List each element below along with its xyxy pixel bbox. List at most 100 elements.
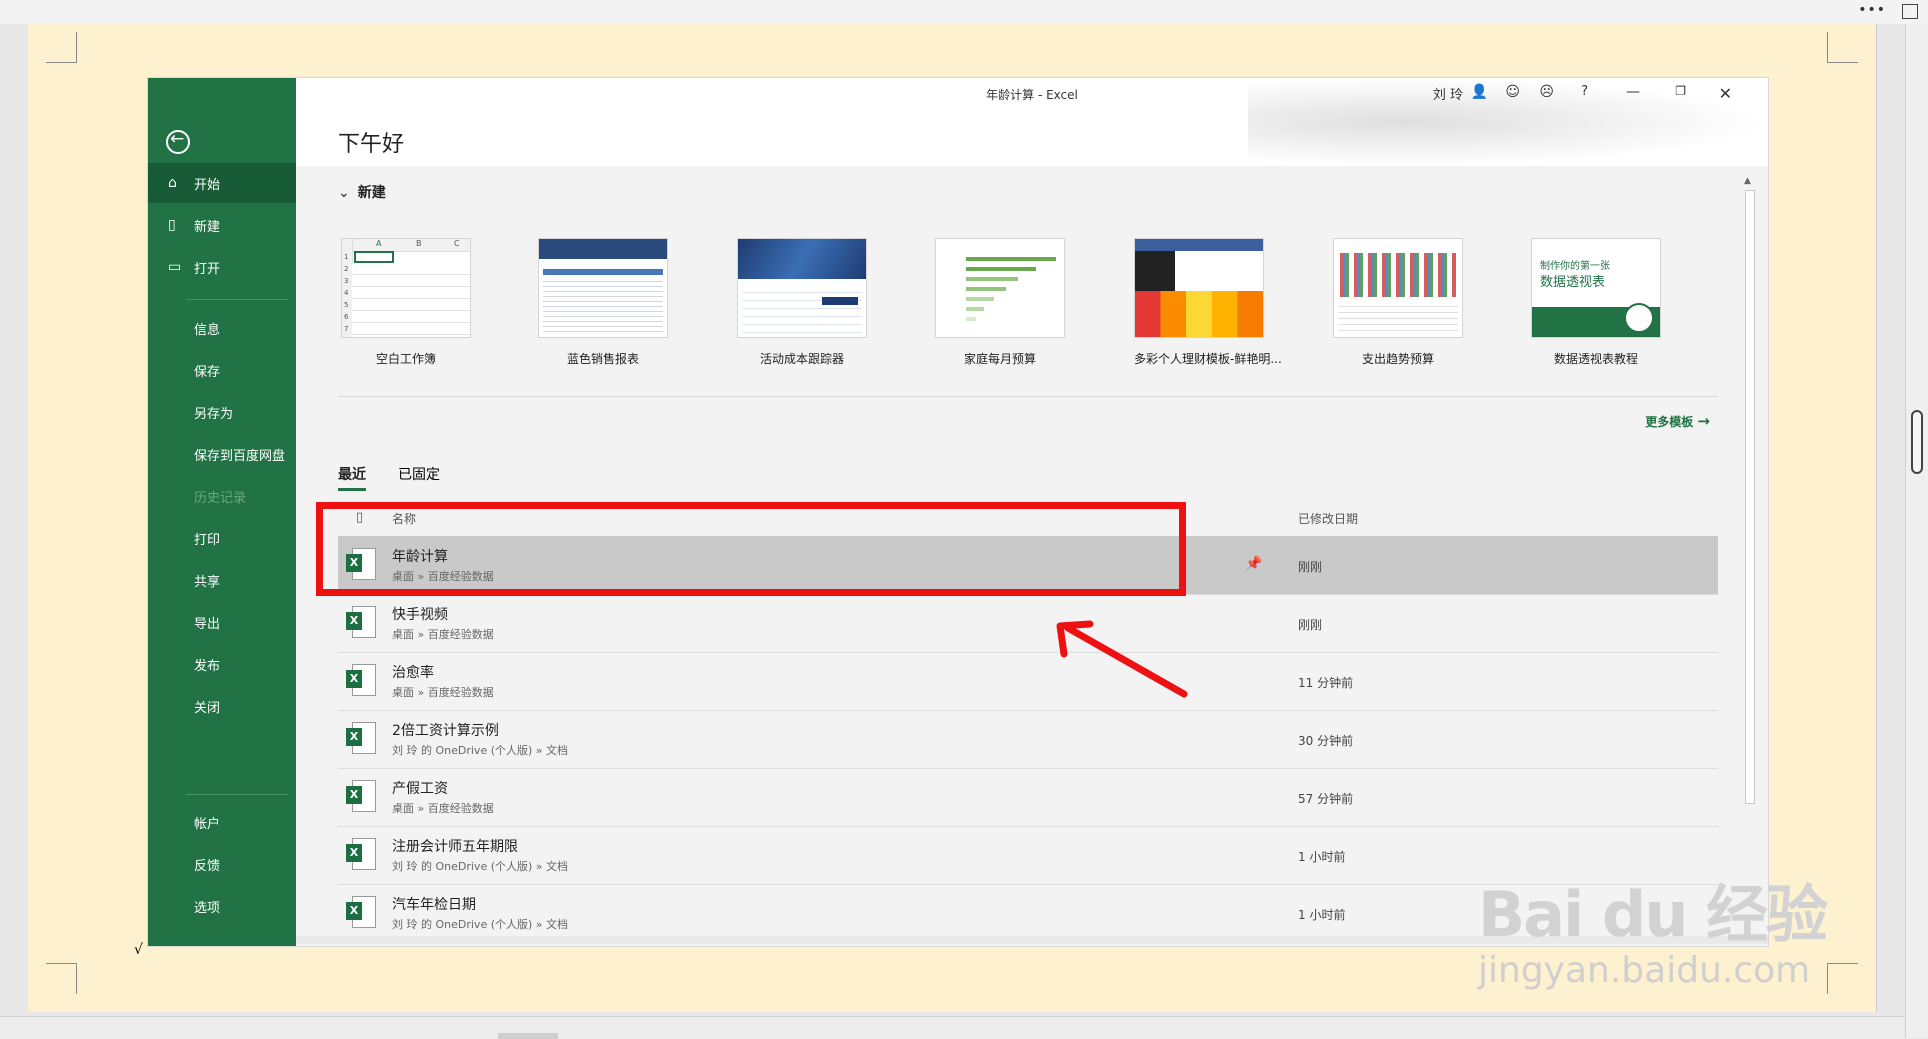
sidebar-item-label: 帐户 — [194, 816, 221, 832]
file-date: 刚刚 — [1298, 560, 1323, 574]
annotation-arrow-icon — [1056, 620, 1188, 698]
sidebar-item-share[interactable]: 共享 — [148, 560, 296, 600]
sidebar-item-home[interactable]: ⌂ 开始 — [148, 163, 296, 203]
template-name: 支出趋势预算 — [1361, 352, 1434, 366]
template-name: 活动成本跟踪器 — [759, 352, 844, 366]
sidebar-item-options[interactable]: 选项 — [148, 886, 296, 926]
template-thumb-text: 制作你的第一张 — [1540, 261, 1610, 272]
help-icon[interactable]: ? — [1581, 84, 1588, 99]
chevron-down-icon[interactable]: ⌄ — [338, 185, 350, 201]
sidebar-item-feedback[interactable]: 反馈 — [148, 844, 296, 884]
file-name: 产假工资 — [392, 781, 448, 797]
back-arrow-icon[interactable]: ← — [166, 129, 190, 154]
sidebar-divider — [186, 299, 288, 300]
sidebar-item-print[interactable]: 打印 — [148, 518, 296, 558]
more-templates-link[interactable]: 更多模板 → — [1645, 412, 1710, 430]
tab-recent[interactable]: 最近 — [338, 464, 366, 491]
pin-icon[interactable]: 📌 — [1245, 556, 1262, 572]
template-activity-cost-tracker[interactable]: 活动成本跟踪器 — [737, 238, 867, 367]
crop-mark — [46, 963, 77, 994]
document-vertical-scrollbar[interactable] — [1905, 24, 1928, 1038]
template-name: 空白工作簿 — [375, 352, 436, 366]
backstage-sidebar: ← ⌂ 开始 ▯ 新建 ▭ 打开 信息 保存 另存为 保存到百度网盘 历史记录 — [148, 78, 296, 946]
row-label: 5 — [344, 301, 349, 309]
template-family-monthly-budget[interactable]: 家庭每月预算 — [935, 238, 1065, 367]
template-name: 蓝色销售报表 — [566, 352, 639, 366]
smile-icon[interactable]: ☺ — [1505, 84, 1520, 100]
frown-icon[interactable]: ☹ — [1539, 84, 1554, 100]
document-horizontal-scrollbar[interactable] — [0, 1016, 1904, 1039]
file-row[interactable]: X 快手视频 桌面 » 百度经验数据 刚刚 — [338, 594, 1718, 653]
sidebar-item-label: 另存为 — [194, 406, 234, 422]
sidebar-item-close[interactable]: 关闭 — [148, 686, 296, 726]
file-date: 30 分钟前 — [1298, 734, 1354, 748]
more-templates-label: 更多模板 — [1645, 415, 1694, 429]
scroll-up-icon[interactable]: ▲ — [1744, 176, 1751, 186]
excel-file-icon: X — [346, 664, 376, 696]
home-icon: ⌂ — [168, 175, 177, 191]
highlight-box — [316, 502, 1186, 596]
tab-pinned[interactable]: 已固定 — [398, 464, 440, 484]
sidebar-item-label: 导出 — [194, 616, 221, 632]
template-pivot-table-tutorial[interactable]: 制作你的第一张 数据透视表 数据透视表教程 — [1531, 238, 1661, 367]
file-date: 刚刚 — [1298, 618, 1323, 632]
user-name[interactable]: 刘 玲 — [1433, 84, 1463, 103]
sidebar-item-save[interactable]: 保存 — [148, 350, 296, 390]
new-section-title[interactable]: ⌄ 新建 — [338, 182, 386, 202]
content-scrollbar[interactable]: ▲ — [1742, 176, 1756, 916]
excel-file-icon: X — [346, 722, 376, 754]
sidebar-item-label: 保存 — [194, 364, 221, 380]
sidebar-item-export[interactable]: 导出 — [148, 602, 296, 642]
sidebar-item-label: 反馈 — [194, 858, 221, 874]
template-expense-trend-budget[interactable]: 支出趋势预算 — [1333, 238, 1463, 367]
greeting: 下午好 — [338, 132, 405, 157]
template-thumbnail: A B C 1 2 3 4 5 6 7 — [341, 238, 471, 338]
template-colorful-personal-finance[interactable]: 多彩个人理财模板-鲜艳明... — [1134, 238, 1282, 367]
sidebar-item-open[interactable]: ▭ 打开 — [148, 247, 296, 287]
window-mode-icon[interactable] — [1902, 4, 1918, 19]
scrollbar-thumb[interactable] — [1911, 410, 1923, 474]
sidebar-item-save-baidu[interactable]: 保存到百度网盘 — [148, 434, 296, 474]
column-label: B — [416, 239, 422, 248]
scrollbar-thumb[interactable] — [498, 1033, 558, 1039]
template-name: 多彩个人理财模板-鲜艳明... — [1134, 352, 1282, 366]
file-path: 刘 玲 的 OneDrive (个人版) » 文档 — [392, 918, 569, 931]
template-thumbnail: 制作你的第一张 数据透视表 — [1531, 238, 1661, 338]
file-date: 1 小时前 — [1298, 908, 1346, 922]
sidebar-item-publish[interactable]: 发布 — [148, 644, 296, 684]
close-icon[interactable]: ✕ — [1719, 84, 1732, 103]
window-header: 年龄计算 - Excel 下午好 刘 玲 👤 ☺ ☹ ? — ❐ ✕ — [296, 78, 1768, 166]
template-thumb-text: 数据透视表 — [1540, 275, 1606, 290]
file-name: 注册会计师五年期限 — [392, 839, 518, 855]
file-row[interactable]: X 治愈率 桌面 » 百度经验数据 11 分钟前 — [338, 652, 1718, 711]
scrollbar-thumb[interactable] — [1745, 190, 1755, 804]
sidebar-item-new[interactable]: ▯ 新建 — [148, 205, 296, 245]
sidebar-item-history: 历史记录 — [148, 476, 296, 516]
sidebar-item-save-as[interactable]: 另存为 — [148, 392, 296, 432]
sidebar-item-label: 打印 — [194, 532, 221, 548]
sidebar-item-label: 打开 — [194, 261, 221, 277]
template-thumbnail — [737, 238, 867, 338]
template-thumbnail — [1333, 238, 1463, 338]
crop-mark — [46, 32, 77, 63]
crop-mark — [1827, 32, 1858, 63]
sidebar-item-label: 历史记录 — [194, 490, 247, 506]
file-name: 汽车年检日期 — [392, 897, 476, 913]
template-blank-workbook[interactable]: A B C 1 2 3 4 5 6 7 空白工作簿 — [341, 238, 471, 367]
document-top-bar: ••• — [0, 0, 1928, 24]
restore-icon[interactable]: ❐ — [1675, 84, 1686, 98]
template-blue-sales-report[interactable]: 蓝色销售报表 — [538, 238, 668, 367]
baidu-watermark: Bai du 经验 jingyan.baidu.com — [1478, 840, 1838, 1010]
sidebar-item-info[interactable]: 信息 — [148, 308, 296, 348]
file-row[interactable]: X 2倍工资计算示例 刘 玲 的 OneDrive (个人版) » 文档 30 … — [338, 710, 1718, 769]
user-icon[interactable]: 👤 — [1471, 84, 1488, 100]
sidebar-item-label: 选项 — [194, 900, 221, 916]
file-name: 2倍工资计算示例 — [392, 723, 499, 739]
more-options-icon[interactable]: ••• — [1858, 2, 1886, 18]
sidebar-item-account[interactable]: 帐户 — [148, 802, 296, 842]
sidebar-item-label: 关闭 — [194, 700, 221, 716]
template-name: 家庭每月预算 — [963, 352, 1036, 366]
file-row[interactable]: X 产假工资 桌面 » 百度经验数据 57 分钟前 — [338, 768, 1718, 827]
minimize-icon[interactable]: — — [1626, 84, 1640, 100]
column-header-date[interactable]: 已修改日期 — [1298, 510, 1358, 527]
